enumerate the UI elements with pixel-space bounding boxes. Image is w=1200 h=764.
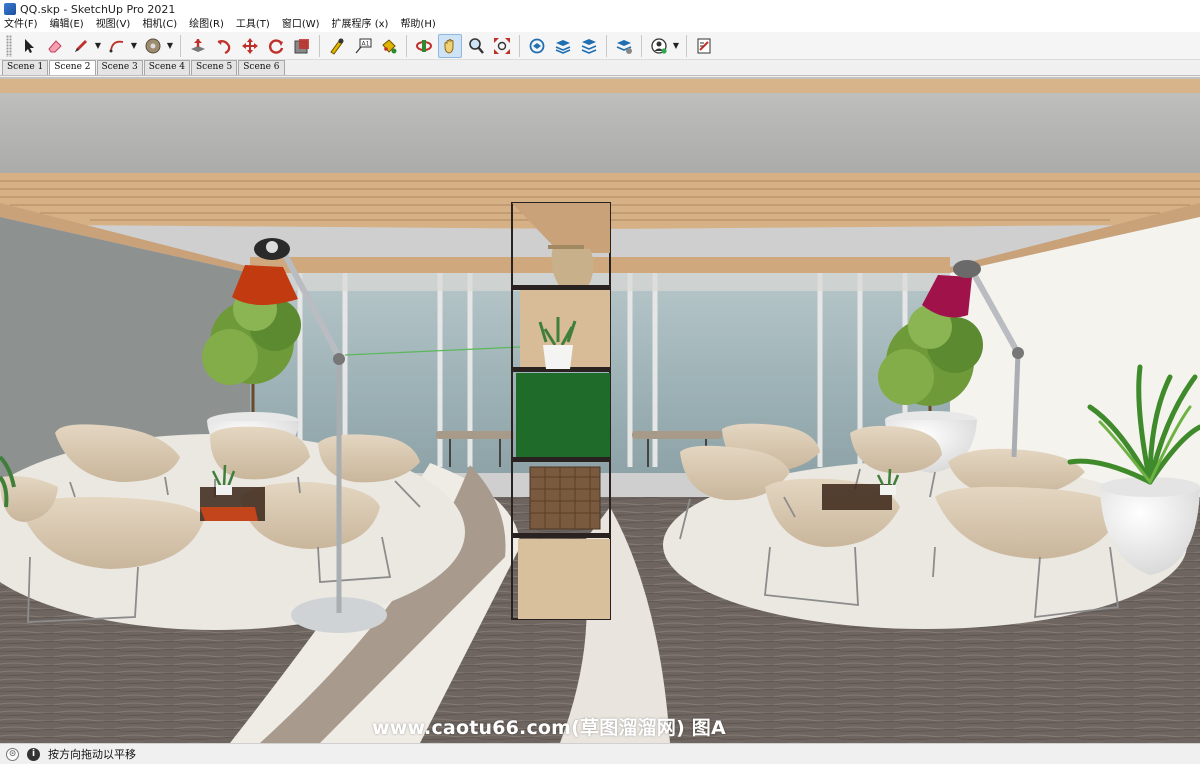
toolbar-separator: [606, 34, 607, 57]
model-viewport[interactable]: www.caotu66.com(草图溜溜网) 图A: [0, 77, 1200, 743]
zoom-tool-icon: [469, 37, 484, 54]
rotate-tool-button[interactable]: [264, 34, 288, 58]
extension-warehouse-icon: [555, 39, 571, 54]
send-to-layout-icon: [581, 38, 597, 54]
paint-bucket-tool-icon: [382, 38, 397, 53]
status-message: 按方向拖动以平移: [48, 748, 136, 761]
toolbar-grip[interactable]: [6, 34, 12, 57]
svg-text:A1: A1: [362, 40, 370, 47]
push-pull-tool-button[interactable]: [186, 34, 210, 58]
scene-tab-5[interactable]: Scene 5: [191, 60, 238, 75]
style-builder-button[interactable]: [692, 34, 716, 58]
shapes-tool-icon: [145, 38, 161, 53]
paint-bucket-tool-button[interactable]: [377, 34, 401, 58]
scale-tool-icon: [294, 38, 309, 53]
pencil-dropdown-arrow[interactable]: ▼: [94, 34, 102, 58]
extension-manager-button[interactable]: [612, 34, 636, 58]
scene-tab-3[interactable]: Scene 3: [96, 60, 143, 75]
3d-warehouse-icon: [529, 38, 545, 53]
scale-tool-button[interactable]: [290, 34, 314, 58]
move-tool-icon: [242, 37, 258, 54]
lounge-interior-render: [0, 77, 1200, 743]
extension-warehouse-button[interactable]: [551, 34, 575, 58]
arc-tool-icon: [109, 40, 124, 52]
scene-tab-6[interactable]: Scene 6: [238, 60, 285, 75]
text-tool-button[interactable]: A1: [351, 34, 375, 58]
main-toolbar: ▼ ▼ ▼ A1 ▼: [0, 32, 1200, 60]
sketchup-app-icon: [4, 3, 16, 15]
user-account-dropdown-arrow[interactable]: ▼: [672, 34, 680, 58]
zoom-extents-tool-icon: [494, 37, 510, 54]
menu-edit[interactable]: 编辑(E): [44, 18, 90, 32]
geo-location-icon[interactable]: ⊙: [6, 747, 19, 761]
toolbar-separator: [686, 34, 687, 57]
eraser-tool-button[interactable]: [43, 34, 67, 58]
menu-draw[interactable]: 绘图(R): [183, 18, 230, 32]
push-pull-tool-icon: [191, 38, 205, 52]
3d-warehouse-button[interactable]: [525, 34, 549, 58]
menu-help[interactable]: 帮助(H): [394, 18, 441, 32]
pencil-line-tool-button[interactable]: [69, 34, 93, 58]
user-account-icon: [651, 37, 667, 54]
extension-manager-icon: [616, 39, 632, 54]
pan-tool-icon: [444, 38, 454, 54]
toolbar-separator: [406, 34, 407, 57]
toolbar-separator: [641, 34, 642, 57]
watermark-text: www.caotu66.com(草图溜溜网) 图A: [372, 717, 726, 739]
status-bar: ⊙ i 按方向拖动以平移: [0, 743, 1200, 764]
shapes-tool-button[interactable]: [141, 34, 165, 58]
arc-dropdown-arrow[interactable]: ▼: [130, 34, 138, 58]
title-bar: QQ.skp - SketchUp Pro 2021: [0, 0, 1200, 18]
zoom-tool-button[interactable]: [464, 34, 488, 58]
text-tool-icon: A1: [355, 38, 372, 53]
pan-tool-button[interactable]: [438, 33, 462, 58]
scene-tabs: Scene 1 Scene 2 Scene 3 Scene 4 Scene 5 …: [0, 60, 1200, 76]
scene-tab-4[interactable]: Scene 4: [143, 60, 190, 75]
toolbar-separator: [180, 34, 181, 57]
orbit-tool-button[interactable]: [412, 34, 436, 58]
toolbar-separator: [319, 34, 320, 57]
info-icon[interactable]: i: [27, 747, 40, 761]
select-tool-icon: [25, 38, 34, 53]
follow-me-tool-icon: [217, 39, 231, 54]
menu-window[interactable]: 窗口(W): [276, 18, 326, 32]
menu-view[interactable]: 视图(V): [90, 18, 137, 32]
follow-me-tool-button[interactable]: [212, 34, 236, 58]
user-account-button[interactable]: [647, 34, 671, 58]
orbit-tool-icon: [416, 39, 432, 52]
toolbar-separator: [519, 34, 520, 57]
arc-tool-button[interactable]: [105, 34, 129, 58]
tape-measure-tool-button[interactable]: [325, 34, 349, 58]
tape-measure-tool-icon: [330, 38, 344, 55]
eraser-tool-icon: [48, 39, 62, 52]
menu-camera[interactable]: 相机(C): [136, 18, 183, 32]
scene-tab-1[interactable]: Scene 1: [2, 60, 49, 75]
pencil-line-tool-icon: [75, 39, 87, 52]
zoom-extents-tool-button[interactable]: [490, 34, 514, 58]
menu-file[interactable]: 文件(F): [0, 18, 44, 32]
shapes-dropdown-arrow[interactable]: ▼: [166, 34, 174, 58]
ceiling-wood-trim: [0, 79, 1200, 93]
scene-tab-2[interactable]: Scene 2: [49, 60, 96, 75]
menu-extensions[interactable]: 扩展程序 (x): [326, 18, 395, 32]
menu-tools[interactable]: 工具(T): [230, 18, 276, 32]
move-tool-button[interactable]: [238, 34, 262, 58]
rotate-tool-icon: [269, 38, 284, 54]
window-title: QQ.skp - SketchUp Pro 2021: [20, 2, 176, 16]
send-to-layout-button[interactable]: [577, 34, 601, 58]
style-builder-icon: [697, 38, 711, 53]
menu-bar: 文件(F) 编辑(E) 视图(V) 相机(C) 绘图(R) 工具(T) 窗口(W…: [0, 18, 1200, 32]
select-tool-button[interactable]: [17, 34, 41, 58]
